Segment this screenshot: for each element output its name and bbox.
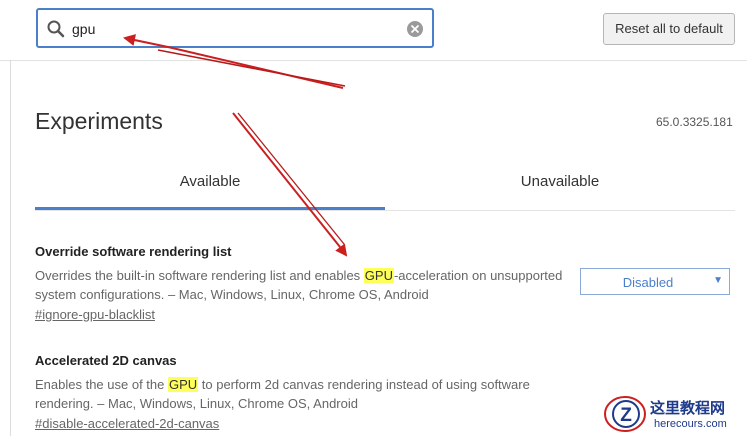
page-title: Experiments (35, 108, 163, 134)
experiment-item: Override software rendering list Overrid… (35, 244, 575, 324)
experiment-description: Overrides the built-in software renderin… (35, 268, 563, 302)
site-logo-icon: Z (604, 396, 646, 432)
chevron-down-icon: ▼ (713, 275, 723, 286)
search-highlight: GPU (363, 268, 394, 283)
svg-text:Z: Z (620, 405, 632, 426)
select-value: Disabled (622, 275, 674, 290)
reset-all-button[interactable]: Reset all to default (603, 13, 735, 45)
tab-bar: Available Unavailable (35, 160, 735, 211)
experiment-description: Enables the use of the GPU to perform 2d… (35, 377, 530, 411)
experiment-title: Override software rendering list (35, 244, 232, 259)
experiment-title: Accelerated 2D canvas (35, 353, 177, 368)
tab-available[interactable]: Available (35, 160, 385, 210)
watermark: Z 这里教程网 herecours.com (598, 391, 747, 436)
search-icon (47, 20, 65, 38)
clear-search-icon[interactable] (406, 20, 424, 38)
experiment-item: Accelerated 2D canvas Enables the use of… (35, 353, 575, 433)
top-toolbar: Reset all to default (0, 0, 747, 61)
watermark-url: herecours.com (654, 418, 727, 430)
experiment-link[interactable]: #ignore-gpu-blacklist (35, 307, 155, 322)
page-divider (10, 60, 11, 436)
search-input[interactable] (72, 18, 402, 40)
experiment-state-select[interactable]: Disabled ▼ (580, 268, 730, 295)
search-box[interactable] (36, 8, 434, 48)
watermark-text: 这里教程网 (650, 399, 726, 417)
search-highlight: GPU (167, 377, 199, 392)
tab-unavailable[interactable]: Unavailable (385, 160, 735, 207)
experiment-link[interactable]: #disable-accelerated-2d-canvas (35, 416, 219, 431)
version-label: 65.0.3325.181 (656, 115, 733, 129)
